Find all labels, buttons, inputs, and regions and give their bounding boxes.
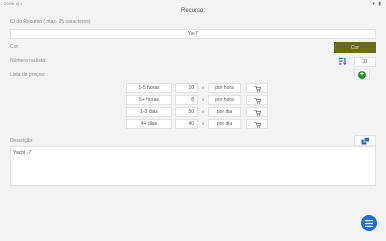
- color-label: Cor:: [10, 44, 20, 50]
- sort-icon[interactable]: [338, 57, 347, 66]
- currency-symbol: €: [202, 97, 205, 102]
- list-number-input[interactable]: 31: [354, 57, 376, 67]
- price-row-period[interactable]: 1-3 dias: [126, 107, 172, 117]
- description-label: Descrição:: [10, 138, 34, 144]
- status-right-icons: ▾ ▮: [372, 1, 382, 7]
- price-row-cart-button[interactable]: [246, 83, 268, 93]
- page-title: Recurso:: [180, 8, 205, 14]
- status-icons: ◍ ▪: [16, 1, 23, 6]
- description-textarea[interactable]: Yacht -7: [10, 146, 376, 186]
- price-row-unit[interactable]: por dia: [208, 119, 241, 129]
- price-row-period[interactable]: 4+ dias: [126, 119, 172, 129]
- plus-icon: +: [358, 70, 366, 79]
- menu-icon: [365, 219, 373, 227]
- price-row-price[interactable]: 10: [175, 83, 198, 93]
- list-number-label: Número na lista:: [10, 58, 47, 64]
- cart-icon: [254, 121, 261, 128]
- price-row-unit[interactable]: por hora: [208, 95, 241, 105]
- copy-icon: [361, 136, 370, 145]
- cart-icon: [254, 97, 261, 104]
- cart-icon: [254, 109, 261, 116]
- menu-fab-button[interactable]: [361, 215, 377, 231]
- price-list-label: Lista de preços:: [10, 72, 46, 78]
- status-time: 20:00: [4, 1, 15, 6]
- cart-icon: [254, 85, 261, 92]
- price-row-price[interactable]: 8: [175, 95, 198, 105]
- price-row-cart-button[interactable]: [246, 119, 268, 129]
- price-row-price[interactable]: 50: [175, 107, 198, 117]
- price-row-cart-button[interactable]: [246, 107, 268, 117]
- price-row-unit[interactable]: por dia: [208, 107, 241, 117]
- currency-symbol: €: [202, 121, 205, 126]
- currency-symbol: €: [202, 85, 205, 90]
- price-row-cart-button[interactable]: [246, 95, 268, 105]
- currency-symbol: €: [202, 109, 205, 114]
- price-row-period[interactable]: 1-5 horas: [126, 83, 172, 93]
- color-button[interactable]: Cor: [334, 42, 376, 53]
- price-row-unit[interactable]: por hora: [208, 83, 241, 93]
- copy-description-button[interactable]: [354, 135, 376, 146]
- add-price-button[interactable]: +: [354, 69, 370, 80]
- status-bar: 20:00 ◍ ▪ ▾ ▮: [0, 0, 386, 8]
- resource-id-input[interactable]: Ya-7: [10, 29, 376, 39]
- resource-id-label: ID do Recurso ( max. 25 caracteres): [10, 19, 91, 25]
- price-row-price[interactable]: 40: [175, 119, 198, 129]
- price-row-period[interactable]: 5+ horas: [126, 95, 172, 105]
